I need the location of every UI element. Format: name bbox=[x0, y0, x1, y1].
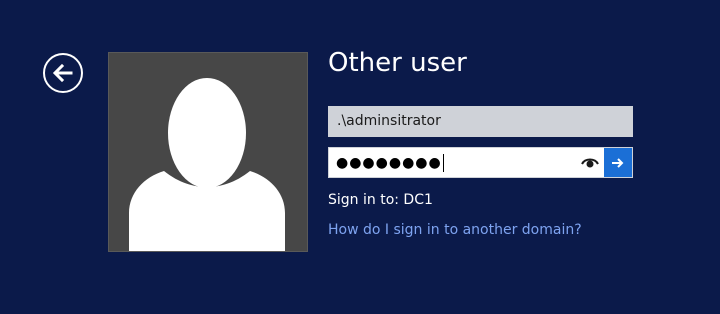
reveal-password-button[interactable] bbox=[576, 148, 604, 177]
arrow-right-icon bbox=[612, 153, 624, 172]
domain-help-link[interactable]: How do I sign in to another domain? bbox=[328, 220, 582, 240]
text-caret bbox=[442, 153, 444, 172]
password-masked-value: ●●●●●●●● bbox=[336, 154, 442, 171]
username-field[interactable]: .\adminsitrator bbox=[328, 106, 633, 137]
page-title: Other user bbox=[328, 48, 467, 78]
back-button[interactable] bbox=[43, 53, 83, 93]
user-silhouette-icon bbox=[109, 53, 307, 251]
password-input[interactable]: ●●●●●●●● bbox=[329, 153, 576, 172]
back-arrow-icon bbox=[52, 64, 74, 82]
submit-button[interactable] bbox=[604, 148, 632, 177]
sign-in-domain-label: Sign in to: DC1 bbox=[328, 192, 433, 208]
password-field[interactable]: ●●●●●●●● bbox=[328, 147, 633, 178]
eye-icon bbox=[581, 153, 599, 172]
avatar bbox=[108, 52, 308, 252]
